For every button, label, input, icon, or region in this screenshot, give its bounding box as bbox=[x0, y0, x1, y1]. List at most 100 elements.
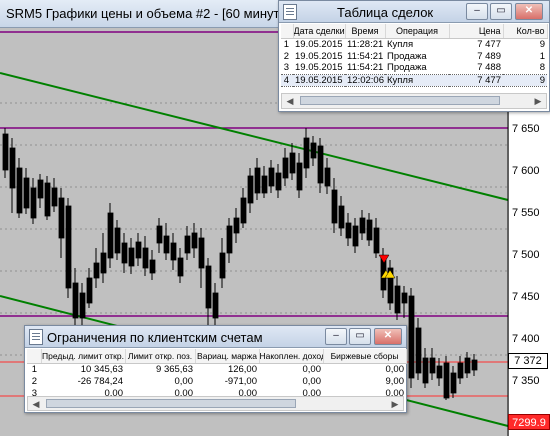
candle-bearish bbox=[352, 225, 359, 247]
candle-bearish bbox=[191, 232, 198, 249]
column-header[interactable] bbox=[27, 349, 42, 364]
candle-bearish bbox=[233, 217, 240, 234]
limits-title: Ограничения по клиентским счетам bbox=[47, 330, 263, 345]
deal-quantity: 9 bbox=[539, 38, 545, 50]
client-limits-window[interactable]: Ограничения по клиентским счетам ‒ ▭ ✕ П… bbox=[24, 325, 407, 413]
column-header-time[interactable]: Время bbox=[345, 24, 386, 39]
column-header-open-limit[interactable]: Лимит откр. поз. bbox=[125, 349, 196, 364]
close-button[interactable]: ✕ bbox=[374, 328, 402, 345]
candle-bearish bbox=[289, 152, 296, 174]
exchange-fees-value: 0,00 bbox=[385, 363, 405, 375]
candle-bearish bbox=[79, 292, 86, 319]
column-header-accrued-income[interactable]: Накоплен. доход bbox=[259, 349, 324, 364]
horizontal-scrollbar[interactable]: ◀ ▶ bbox=[27, 396, 404, 411]
deal-time: 12:02:06 bbox=[345, 73, 385, 87]
candle-bearish bbox=[338, 205, 345, 229]
candle-bearish bbox=[359, 217, 366, 234]
candle-bearish bbox=[16, 167, 23, 214]
price-axis-label: 7 550 bbox=[512, 207, 540, 219]
candle-bearish bbox=[93, 262, 100, 279]
deal-price: 7 477 bbox=[449, 73, 503, 87]
candle-bearish bbox=[436, 365, 443, 379]
candle-bearish bbox=[261, 175, 268, 194]
scroll-right-icon[interactable]: ▶ bbox=[387, 397, 403, 411]
deals-title: Таблица сделок bbox=[337, 5, 434, 20]
deal-date: 19.05.2015 bbox=[295, 38, 343, 50]
deals-table-window[interactable]: Таблица сделок ‒ ▭ ✕ Дата сделки Время О… bbox=[278, 0, 550, 112]
deal-time: 11:28:21 bbox=[347, 38, 384, 50]
open-limit-value: 0,00 bbox=[174, 375, 194, 387]
candle-bearish bbox=[149, 259, 156, 274]
chart-title: SRM5 Графики цены и объема #2 - [60 мину… bbox=[6, 6, 284, 21]
candle-bearish bbox=[114, 227, 121, 254]
maximize-button[interactable]: ▭ bbox=[349, 328, 371, 345]
column-header-operation[interactable]: Операция bbox=[385, 24, 450, 39]
candle-bearish bbox=[107, 212, 114, 259]
candle-bearish bbox=[156, 225, 163, 244]
price-axis-label: 7 500 bbox=[512, 249, 540, 261]
scrollbar-thumb[interactable] bbox=[46, 399, 296, 408]
candle-bearish bbox=[72, 282, 79, 319]
candle-bearish bbox=[275, 172, 282, 191]
table-row[interactable]: 1 10 345,63 9 365,63 126,00 0,00 0,00 bbox=[27, 363, 406, 375]
candle-bearish bbox=[303, 137, 310, 169]
scrollbar-thumb[interactable] bbox=[300, 96, 500, 105]
prev-limit-value: -26 784,24 bbox=[77, 375, 123, 387]
column-header-quantity[interactable]: Кол-во bbox=[503, 24, 548, 39]
deal-date: 19.05.2015 bbox=[295, 62, 343, 74]
candle-bearish bbox=[23, 177, 30, 209]
candle-bearish bbox=[100, 252, 107, 274]
scroll-left-icon[interactable]: ◀ bbox=[28, 397, 44, 411]
deal-quantity: 8 bbox=[539, 62, 545, 74]
deal-operation: Продажа bbox=[387, 62, 427, 74]
candle-bearish bbox=[429, 357, 436, 374]
candle-bearish bbox=[310, 142, 317, 159]
row-index: 4 bbox=[281, 73, 293, 87]
accrued-income-value: 0,00 bbox=[302, 375, 322, 387]
table-row[interactable]: 2 19.05.2015 11:54:21 Продажа 7 489 1 bbox=[281, 50, 547, 62]
horizontal-scrollbar[interactable]: ◀ ▶ bbox=[281, 93, 547, 109]
deals-titlebar[interactable]: Таблица сделок ‒ ▭ ✕ bbox=[279, 1, 549, 23]
minimize-button[interactable]: ‒ bbox=[466, 3, 488, 20]
candle-bearish bbox=[457, 362, 464, 379]
candle-bearish bbox=[170, 242, 177, 261]
table-row[interactable]: 2 -26 784,24 0,00 -971,00 0,00 9,00 bbox=[27, 375, 406, 387]
deal-operation: Купля bbox=[387, 38, 414, 50]
candle-bearish bbox=[212, 292, 219, 319]
minimize-button[interactable]: ‒ bbox=[325, 328, 347, 345]
candle-bearish bbox=[282, 157, 289, 179]
column-header-price[interactable]: Цена bbox=[449, 24, 504, 39]
candle-bearish bbox=[65, 205, 72, 289]
deal-quantity: 9 bbox=[503, 73, 547, 87]
table-row[interactable]: 1 19.05.2015 11:28:21 Купля 7 477 9 bbox=[281, 38, 547, 50]
candle-bearish bbox=[121, 242, 128, 264]
candle-bearish bbox=[226, 225, 233, 254]
candle-bearish bbox=[345, 222, 352, 239]
column-header-exchange-fees[interactable]: Биржевые сборы bbox=[323, 349, 407, 364]
column-header[interactable] bbox=[281, 24, 294, 39]
candle-bearish bbox=[296, 162, 303, 191]
candle-bearish bbox=[177, 257, 184, 277]
candle-bearish bbox=[163, 235, 170, 254]
prev-limit-value: 10 345,63 bbox=[80, 363, 123, 375]
variation-margin-value: 126,00 bbox=[227, 363, 257, 375]
candle-bearish bbox=[58, 197, 65, 239]
column-header-variation-margin[interactable]: Вариац. маржа bbox=[195, 349, 260, 364]
scroll-right-icon[interactable]: ▶ bbox=[530, 94, 546, 108]
candle-bearish bbox=[37, 179, 44, 199]
deal-time: 11:54:21 bbox=[347, 62, 384, 74]
candle-bearish bbox=[331, 189, 338, 224]
candle-bearish bbox=[142, 247, 149, 269]
table-row[interactable]: 3 19.05.2015 11:54:21 Продажа 7 488 8 bbox=[281, 62, 547, 74]
accrued-income-value: 0,00 bbox=[302, 363, 322, 375]
deal-date: 19.05.2015 bbox=[293, 73, 345, 87]
limits-titlebar[interactable]: Ограничения по клиентским счетам ‒ ▭ ✕ bbox=[25, 326, 406, 348]
deal-quantity: 1 bbox=[539, 50, 545, 62]
table-row-selected[interactable]: 4 19.05.2015 12:02:06 Купля 7 477 9 bbox=[281, 73, 547, 87]
column-header-date[interactable]: Дата сделки bbox=[293, 24, 346, 39]
table-window-icon bbox=[283, 4, 297, 20]
scroll-left-icon[interactable]: ◀ bbox=[282, 94, 298, 108]
maximize-button[interactable]: ▭ bbox=[490, 3, 512, 20]
column-header-prev-limit[interactable]: Предыд. лимит откр. bbox=[41, 349, 126, 364]
close-button[interactable]: ✕ bbox=[515, 3, 543, 20]
